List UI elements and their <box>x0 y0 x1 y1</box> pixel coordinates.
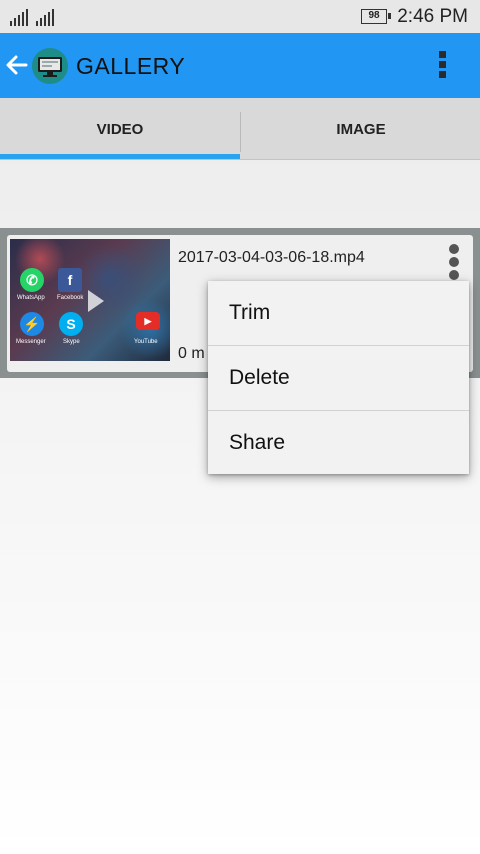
video-thumbnail[interactable]: ✆ WhatsApp f Facebook ⚡ Messenger S Skyp… <box>10 239 170 361</box>
status-time: 2:46 PM <box>397 6 468 27</box>
menu-item-trim[interactable]: Trim <box>208 281 469 345</box>
menu-item-delete[interactable]: Delete <box>208 346 469 410</box>
thumb-label-whatsapp: WhatsApp <box>17 295 45 301</box>
status-bar: 98 2:46 PM <box>0 0 480 33</box>
play-icon <box>88 290 104 312</box>
thumb-label-youtube: YouTube <box>134 339 158 345</box>
context-menu: Trim Delete Share <box>208 281 469 474</box>
page-title: GALLERY <box>76 53 186 79</box>
overflow-menu-icon[interactable] <box>436 49 448 83</box>
thumb-label-facebook: Facebook <box>57 295 84 301</box>
thumb-label-messenger: Messenger <box>16 339 46 345</box>
video-filename: 2017-03-04-03-06-18.mp4 <box>178 249 365 266</box>
tab-image[interactable]: IMAGE <box>241 98 480 160</box>
signal-strength-icon <box>10 8 54 26</box>
tab-bar: VIDEO IMAGE <box>0 98 480 160</box>
whatsapp-icon: ✆ <box>20 268 44 292</box>
video-duration: 0 m <box>178 345 205 362</box>
menu-item-share[interactable]: Share <box>208 411 469 475</box>
messenger-icon: ⚡ <box>20 312 44 336</box>
skype-icon: S <box>59 312 83 336</box>
app-bar: GALLERY <box>0 33 480 98</box>
tab-video[interactable]: VIDEO <box>0 98 240 160</box>
app-logo-icon <box>32 48 68 84</box>
youtube-icon: ▶ <box>136 312 160 330</box>
thumb-label-skype: Skype <box>63 339 80 345</box>
battery-icon: 98 <box>361 9 391 24</box>
tab-selected-indicator <box>0 154 240 159</box>
back-arrow-icon[interactable] <box>4 51 30 79</box>
item-overflow-icon[interactable] <box>447 244 461 282</box>
facebook-icon: f <box>58 268 82 292</box>
